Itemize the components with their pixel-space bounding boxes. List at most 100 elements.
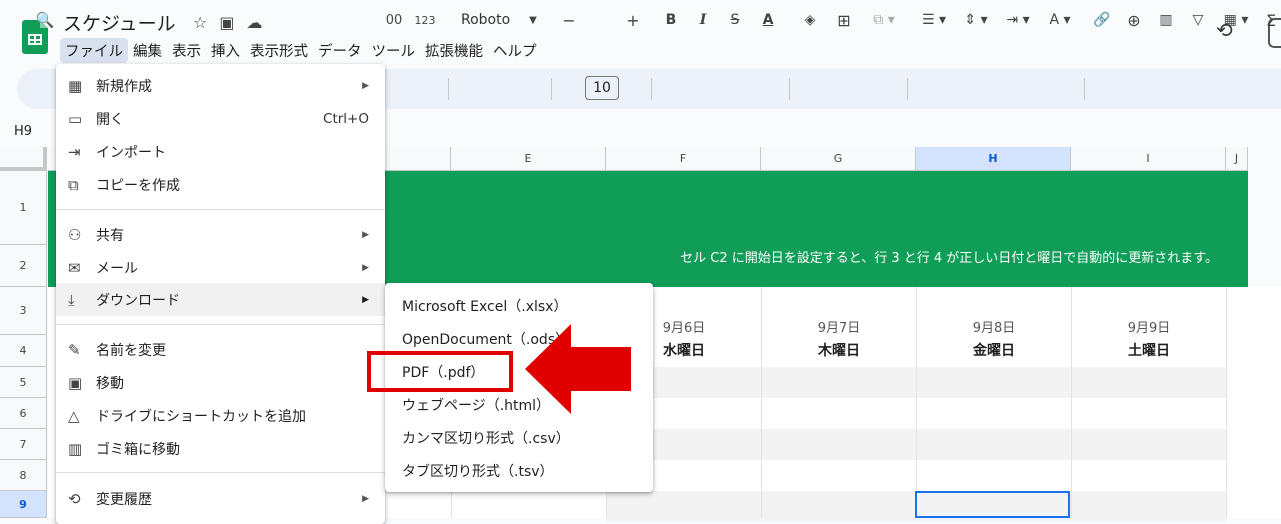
toolbar-separator [551, 78, 552, 100]
search-menus-icon[interactable]: 🔍 [35, 0, 55, 40]
vertical-align-icon[interactable]: ⇕ ▾ [958, 0, 994, 40]
menu-help[interactable]: ヘルプ [488, 38, 542, 63]
toolbar-separator [651, 78, 652, 100]
menu-item-download[interactable]: ⤓ ダウンロード ▶ [56, 283, 385, 316]
bold-icon[interactable]: B [662, 0, 680, 40]
font-size-input[interactable]: 10 [585, 76, 619, 100]
strikethrough-icon[interactable]: S [726, 0, 744, 40]
column-header-g[interactable]: G [761, 147, 916, 171]
menu-divider [56, 209, 385, 210]
menu-item-label: コピーを作成 [96, 177, 180, 194]
horizontal-align-icon[interactable]: ☰ ▾ [916, 0, 952, 40]
functions-icon[interactable]: Σ [1262, 0, 1280, 40]
fill-color-icon[interactable]: ◈ [800, 0, 820, 40]
row-header-8[interactable]: 8 [0, 460, 47, 491]
menu-data[interactable]: データ [313, 38, 367, 63]
date-label: 9月9日 [1127, 321, 1171, 336]
cloud-status-icon[interactable]: ☁ [246, 13, 262, 32]
date-cell-g[interactable]: 9月7日 木曜日 [762, 317, 916, 360]
file-menu: ▦ 新規作成 ▶ ▭ 開く Ctrl+O ⇥ インポート ⧉ コピーを作成 ⚇ … [56, 64, 385, 524]
merge-cells-icon[interactable]: ⧉ ▾ [868, 0, 900, 40]
menu-item-rename[interactable]: ✎ 名前を変更 [56, 333, 385, 366]
submenu-arrow-icon: ▶ [362, 493, 369, 504]
drive-shortcut-icon: △ [68, 406, 80, 425]
menu-edit[interactable]: 編集 [128, 38, 167, 63]
highlight-box [367, 351, 513, 392]
text-wrap-icon[interactable]: ⇥ ▾ [1000, 0, 1036, 40]
menu-item-import[interactable]: ⇥ インポート [56, 135, 385, 168]
row-header-3[interactable]: 3 [0, 287, 47, 335]
date-cell-i[interactable]: 9月9日 土曜日 [1072, 317, 1226, 360]
menu-item-email[interactable]: ✉ メール ▶ [56, 251, 385, 284]
row-header-2[interactable]: 2 [0, 245, 47, 287]
menu-item-share[interactable]: ⚇ 共有 ▶ [56, 218, 385, 251]
selected-cell-h9[interactable] [915, 491, 1070, 518]
decrease-font-size-button[interactable]: − [560, 0, 578, 40]
title-icons: ☆ ▣ ☁ [193, 13, 262, 32]
menu-item-label: インポート [96, 144, 166, 161]
increase-decimal-button[interactable]: 00 [385, 0, 403, 40]
column-header-f[interactable]: F [606, 147, 761, 171]
date-cell-h[interactable]: 9月8日 金曜日 [917, 317, 1071, 360]
row-header-4[interactable]: 4 [0, 335, 47, 367]
column-header-h[interactable]: H [916, 147, 1071, 171]
star-icon[interactable]: ☆ [193, 13, 207, 32]
download-csv[interactable]: カンマ区切り形式（.csv） [385, 421, 653, 454]
font-family-select[interactable]: Roboto [461, 0, 555, 40]
date-label: 9月7日 [817, 321, 861, 336]
submenu-arrow-icon: ▶ [362, 80, 369, 91]
menu-insert[interactable]: 挿入 [206, 38, 245, 63]
text-rotation-icon[interactable]: A ▾ [1042, 0, 1078, 40]
menu-view[interactable]: 表示 [167, 38, 206, 63]
download-tsv[interactable]: タブ区切り形式（.tsv） [385, 454, 653, 487]
menu-divider [56, 472, 385, 473]
weekday-label: 木曜日 [818, 343, 860, 359]
mail-icon: ✉ [68, 258, 81, 277]
menu-file[interactable]: ファイル [60, 38, 128, 63]
menu-item-label: 新規作成 [96, 78, 152, 95]
row-header-9[interactable]: 9 [0, 491, 47, 518]
menu-item-label: 名前を変更 [96, 342, 166, 359]
row-header-7[interactable]: 7 [0, 429, 47, 460]
pointer-arrow-icon [525, 324, 631, 414]
row-header-1[interactable]: 1 [0, 171, 47, 245]
increase-font-size-button[interactable]: + [624, 0, 642, 40]
insert-comment-icon[interactable]: ⊕ [1124, 0, 1144, 40]
menu-item-move[interactable]: ▣ 移動 [56, 366, 385, 399]
column-header-e[interactable]: E [451, 147, 606, 171]
download-xlsx[interactable]: Microsoft Excel（.xlsx） [385, 289, 653, 322]
number-format-button[interactable]: 123 [413, 0, 437, 40]
shortcut-label: Ctrl+O [323, 110, 369, 127]
document-title[interactable]: スケジュール [63, 9, 176, 36]
insert-chart-icon[interactable]: ▥ [1156, 0, 1176, 40]
menu-item-trash[interactable]: ▥ ゴミ箱に移動 [56, 432, 385, 465]
weekday-label: 金曜日 [973, 343, 1015, 359]
menu-item-open[interactable]: ▭ 開く Ctrl+O [56, 102, 385, 135]
menu-format[interactable]: 表示形式 [245, 38, 313, 63]
insert-link-icon[interactable]: 🔗 [1092, 0, 1112, 40]
row-header-6[interactable]: 6 [0, 398, 47, 429]
select-all-corner[interactable] [0, 147, 47, 171]
menu-tools[interactable]: ツール [367, 38, 421, 63]
menu-item-version-history[interactable]: ⟲ 変更履歴 ▶ [56, 482, 385, 515]
column-header-j[interactable]: J [1226, 147, 1248, 171]
menu-item-label: ダウンロード [96, 292, 180, 309]
menu-item-new[interactable]: ▦ 新規作成 ▶ [56, 69, 385, 102]
italic-icon[interactable]: I [694, 0, 712, 40]
text-color-icon[interactable]: A [758, 0, 778, 40]
borders-icon[interactable]: ⊞ [834, 0, 854, 40]
row-header-5[interactable]: 5 [0, 367, 47, 398]
filter-icon[interactable]: ▽ [1188, 0, 1208, 40]
history-icon: ⟲ [68, 489, 81, 508]
name-box[interactable]: H9 [14, 124, 32, 139]
menu-item-add-shortcut[interactable]: △ ドライブにショートカットを追加 [56, 399, 385, 432]
move-folder-icon[interactable]: ▣ [219, 13, 234, 32]
column-header-i[interactable]: I [1071, 147, 1226, 171]
submenu-arrow-icon: ▶ [362, 294, 369, 305]
menu-item-copy[interactable]: ⧉ コピーを作成 [56, 168, 385, 201]
toolbar-separator [907, 78, 908, 100]
filter-views-icon[interactable]: ▦ ▾ [1218, 0, 1254, 40]
font-dropdown-icon[interactable]: ▼ [526, 0, 540, 40]
menu-extensions[interactable]: 拡張機能 [420, 38, 488, 63]
menu-item-label: ドライブにショートカットを追加 [96, 408, 306, 425]
